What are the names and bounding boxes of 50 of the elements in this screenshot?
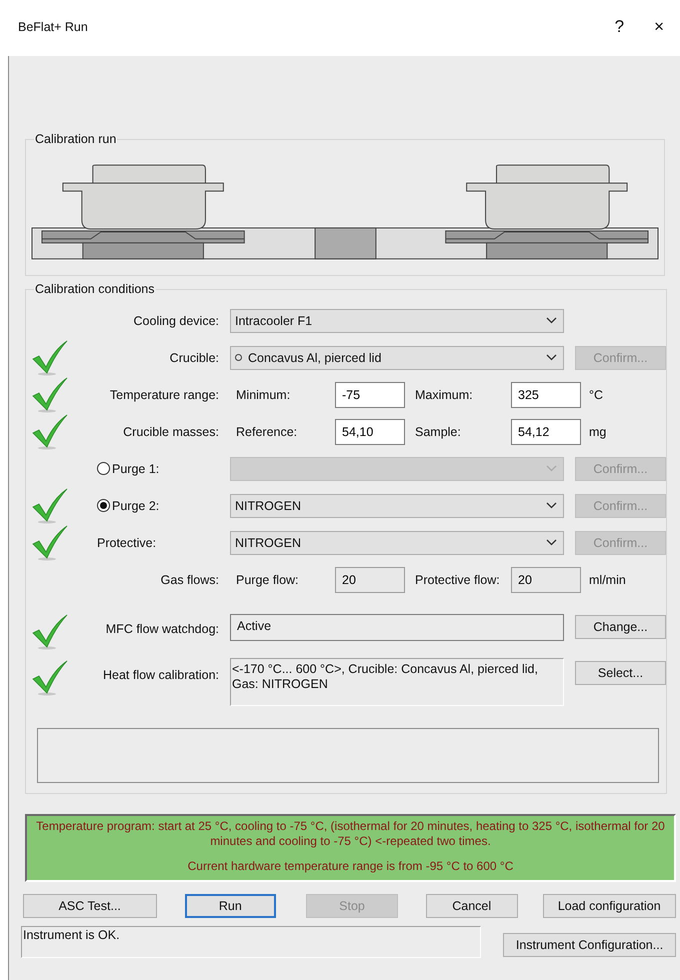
instrument-configuration-button[interactable]: Instrument Configuration... bbox=[503, 933, 676, 957]
window-title: BeFlat+ Run bbox=[18, 20, 88, 34]
caret-icon bbox=[546, 539, 557, 546]
circle-icon bbox=[235, 354, 242, 361]
dropdown[interactable]: NITROGEN bbox=[230, 494, 564, 518]
action-button[interactable]: Select... bbox=[575, 661, 666, 685]
unit-label: °C bbox=[589, 388, 604, 402]
field-label: MFC flow watchdog: bbox=[104, 622, 219, 636]
field-label: Reference: bbox=[236, 424, 298, 438]
field-label: Crucible: bbox=[168, 350, 219, 364]
dropdown[interactable]: Intracooler F1 bbox=[230, 308, 564, 332]
field-label: Cooling device: bbox=[132, 314, 219, 328]
caret-icon bbox=[546, 502, 557, 509]
dropdown[interactable]: Concavus Al, pierced lid bbox=[230, 346, 564, 370]
field-label: Sample: bbox=[415, 424, 462, 438]
field-label: Purge flow: bbox=[236, 572, 300, 586]
caret-icon bbox=[546, 465, 557, 472]
input-field[interactable]: 54,12 bbox=[511, 418, 581, 444]
field-label: Gas flows: bbox=[160, 572, 219, 586]
field-label: Maximum: bbox=[415, 388, 474, 402]
group-title: Calibration run bbox=[34, 132, 118, 146]
input-field[interactable]: 20 bbox=[511, 566, 581, 592]
help-button[interactable]: ? bbox=[610, 17, 628, 37]
field-label: Crucible masses: bbox=[122, 424, 219, 438]
action-button[interactable]: Change... bbox=[575, 615, 666, 639]
field-label: Minimum: bbox=[236, 388, 292, 402]
input-field[interactable]: -75 bbox=[335, 382, 405, 408]
dropdown[interactable]: NITROGEN bbox=[230, 530, 564, 554]
unit-label: mg bbox=[589, 424, 608, 438]
field-label: Protective flow: bbox=[415, 572, 501, 586]
unit-label: ml/min bbox=[589, 572, 627, 586]
input-field[interactable]: 325 bbox=[511, 382, 581, 408]
dialog-button[interactable]: Run bbox=[184, 894, 276, 918]
input-field[interactable]: 54,10 bbox=[335, 418, 405, 444]
group-title: Calibration conditions bbox=[34, 282, 156, 296]
status-field: Instrument is OK. bbox=[21, 926, 482, 958]
message-text: Current hardware temperature range is from -95 °C to 600 °C bbox=[186, 859, 514, 874]
field-label: Heat flow calibration: bbox=[102, 668, 219, 682]
field-label: Temperature range: bbox=[108, 388, 219, 402]
dialog-button[interactable]: Cancel bbox=[426, 894, 518, 918]
field-label: Protective: bbox=[96, 536, 156, 550]
radio-button[interactable]: Purge 2: bbox=[95, 498, 160, 512]
message-text: Temperature program: start at 25 °C, cooling to -75 °C, (isothermal for 20 minutes, heating to 325 °C, isothermal for 20 minutes and cooling to -75 °C) <-repeated two times. bbox=[35, 819, 666, 849]
status-field: Active bbox=[230, 614, 564, 641]
caret-icon bbox=[546, 317, 557, 324]
caret-icon bbox=[546, 354, 557, 361]
dialog-button[interactable]: Load configuration bbox=[542, 894, 676, 918]
close-button[interactable]: × bbox=[650, 17, 668, 37]
input-field[interactable]: 20 bbox=[335, 566, 405, 592]
dialog-button[interactable]: ASC Test... bbox=[23, 894, 156, 918]
